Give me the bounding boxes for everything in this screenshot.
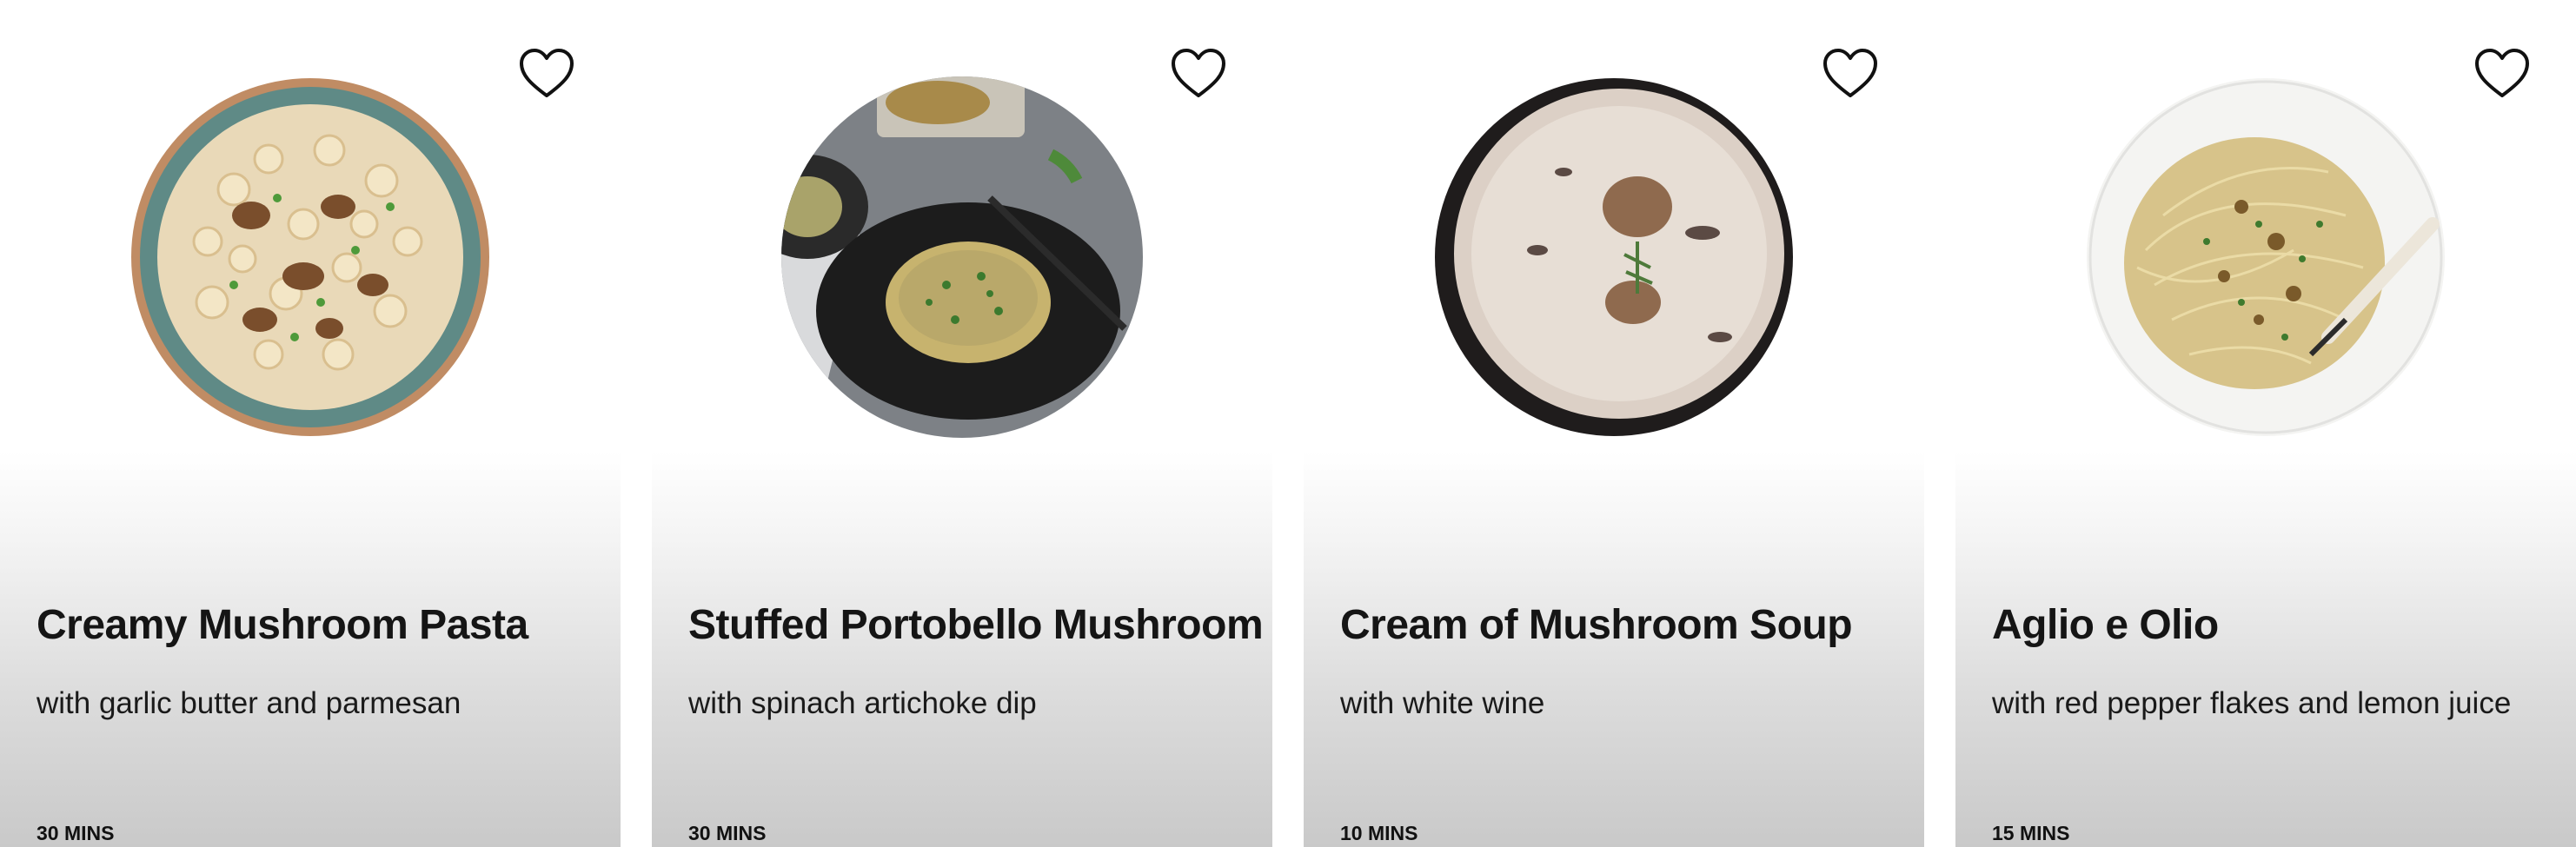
recipe-subtitle: with red pepper flakes and lemon juice <box>1992 686 2512 720</box>
aglio-e-olio-photo <box>2085 76 2447 438</box>
recipe-card[interactable]: Aglio e Olio with red pepper flakes and … <box>1955 0 2576 847</box>
recipe-subtitle: with spinach artichoke dip <box>688 686 1037 720</box>
recipe-title[interactable]: Stuffed Portobello Mushroom <box>688 601 1264 649</box>
recipe-subtitle: with white wine <box>1340 686 1545 720</box>
mushroom-pasta-photo <box>129 76 491 438</box>
heart-icon[interactable] <box>1170 47 1227 101</box>
cook-time: 15 MINS <box>1992 822 2070 844</box>
recipe-card[interactable]: Creamy Mushroom Pasta with garlic butter… <box>0 0 621 847</box>
recipe-title[interactable]: Creamy Mushroom Pasta <box>37 601 528 649</box>
cook-time: 30 MINS <box>688 822 767 844</box>
recipe-title[interactable]: Cream of Mushroom Soup <box>1340 601 1853 649</box>
heart-icon[interactable] <box>1822 47 1879 101</box>
recipe-card[interactable]: Stuffed Portobello Mushroom with spinach… <box>652 0 1272 847</box>
recipe-title[interactable]: Aglio e Olio <box>1992 601 2219 649</box>
cook-time: 30 MINS <box>37 822 115 844</box>
stuffed-portobello-photo <box>781 76 1143 438</box>
recipe-card[interactable]: Cream of Mushroom Soup with white wine 1… <box>1304 0 1924 847</box>
heart-icon[interactable] <box>518 47 575 101</box>
mushroom-soup-photo <box>1433 76 1795 438</box>
heart-icon[interactable] <box>2473 47 2531 101</box>
cook-time: 10 MINS <box>1340 822 1418 844</box>
recipe-card-list: Creamy Mushroom Pasta with garlic butter… <box>0 0 2576 847</box>
recipe-subtitle: with garlic butter and parmesan <box>37 686 461 720</box>
